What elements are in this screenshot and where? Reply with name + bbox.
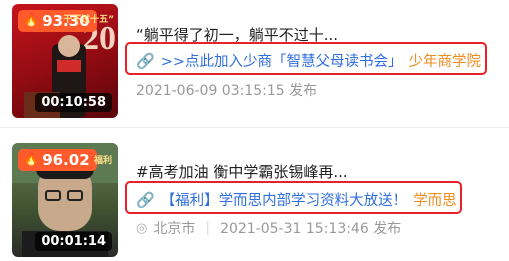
heat-score: 96.02: [42, 151, 90, 169]
thumbnail-caption: 福利: [93, 156, 112, 166]
video-title[interactable]: #高考加油 衡中学霸张锡峰再...: [136, 161, 348, 182]
promo-link-text[interactable]: >>点此加入少商「智慧父母读书会」: [161, 50, 403, 71]
flame-icon: 🔥: [23, 152, 40, 167]
link-icon: 🔗: [136, 51, 155, 70]
meta-separator: |: [205, 220, 211, 236]
flame-icon: 🔥: [23, 13, 40, 28]
video-thumbnail[interactable]: 🔥 96.02 福利 00:01:14: [12, 143, 118, 257]
promo-link[interactable]: 🔗 >>点此加入少商「智慧父母读书会」 少年商学院: [136, 50, 481, 71]
divider: [0, 127, 509, 128]
promo-link[interactable]: 🔗 【福利】学而思内部学习资料大放送！ 学而思: [136, 189, 457, 210]
publish-date: 2021-05-31 15:13:46 发布: [220, 221, 402, 237]
location-pin-icon: ◎: [136, 220, 148, 236]
video-duration: 00:10:58: [35, 93, 112, 112]
video-duration: 00:01:14: [35, 232, 112, 251]
location: 北京市: [153, 221, 196, 237]
publish-date: 2021-06-09 03:15:15 发布: [136, 83, 318, 99]
heat-score-badge: 🔥 96.02: [18, 149, 97, 171]
link-icon: 🔗: [136, 190, 155, 209]
video-thumbnail[interactable]: 20 🔥 93.30 干不过十五” 00:10:58: [12, 4, 118, 118]
publish-meta: 2021-06-09 03:15:15 发布: [136, 80, 317, 100]
publish-meta: ◎ 北京市 | 2021-05-31 15:13:46 发布: [136, 218, 401, 238]
thumbnail-caption: 干不过十五”: [63, 15, 114, 25]
promo-link-text[interactable]: 【福利】学而思内部学习资料大放送！: [161, 189, 408, 210]
source-tag[interactable]: 少年商学院: [409, 50, 482, 71]
source-tag[interactable]: 学而思: [413, 189, 457, 210]
